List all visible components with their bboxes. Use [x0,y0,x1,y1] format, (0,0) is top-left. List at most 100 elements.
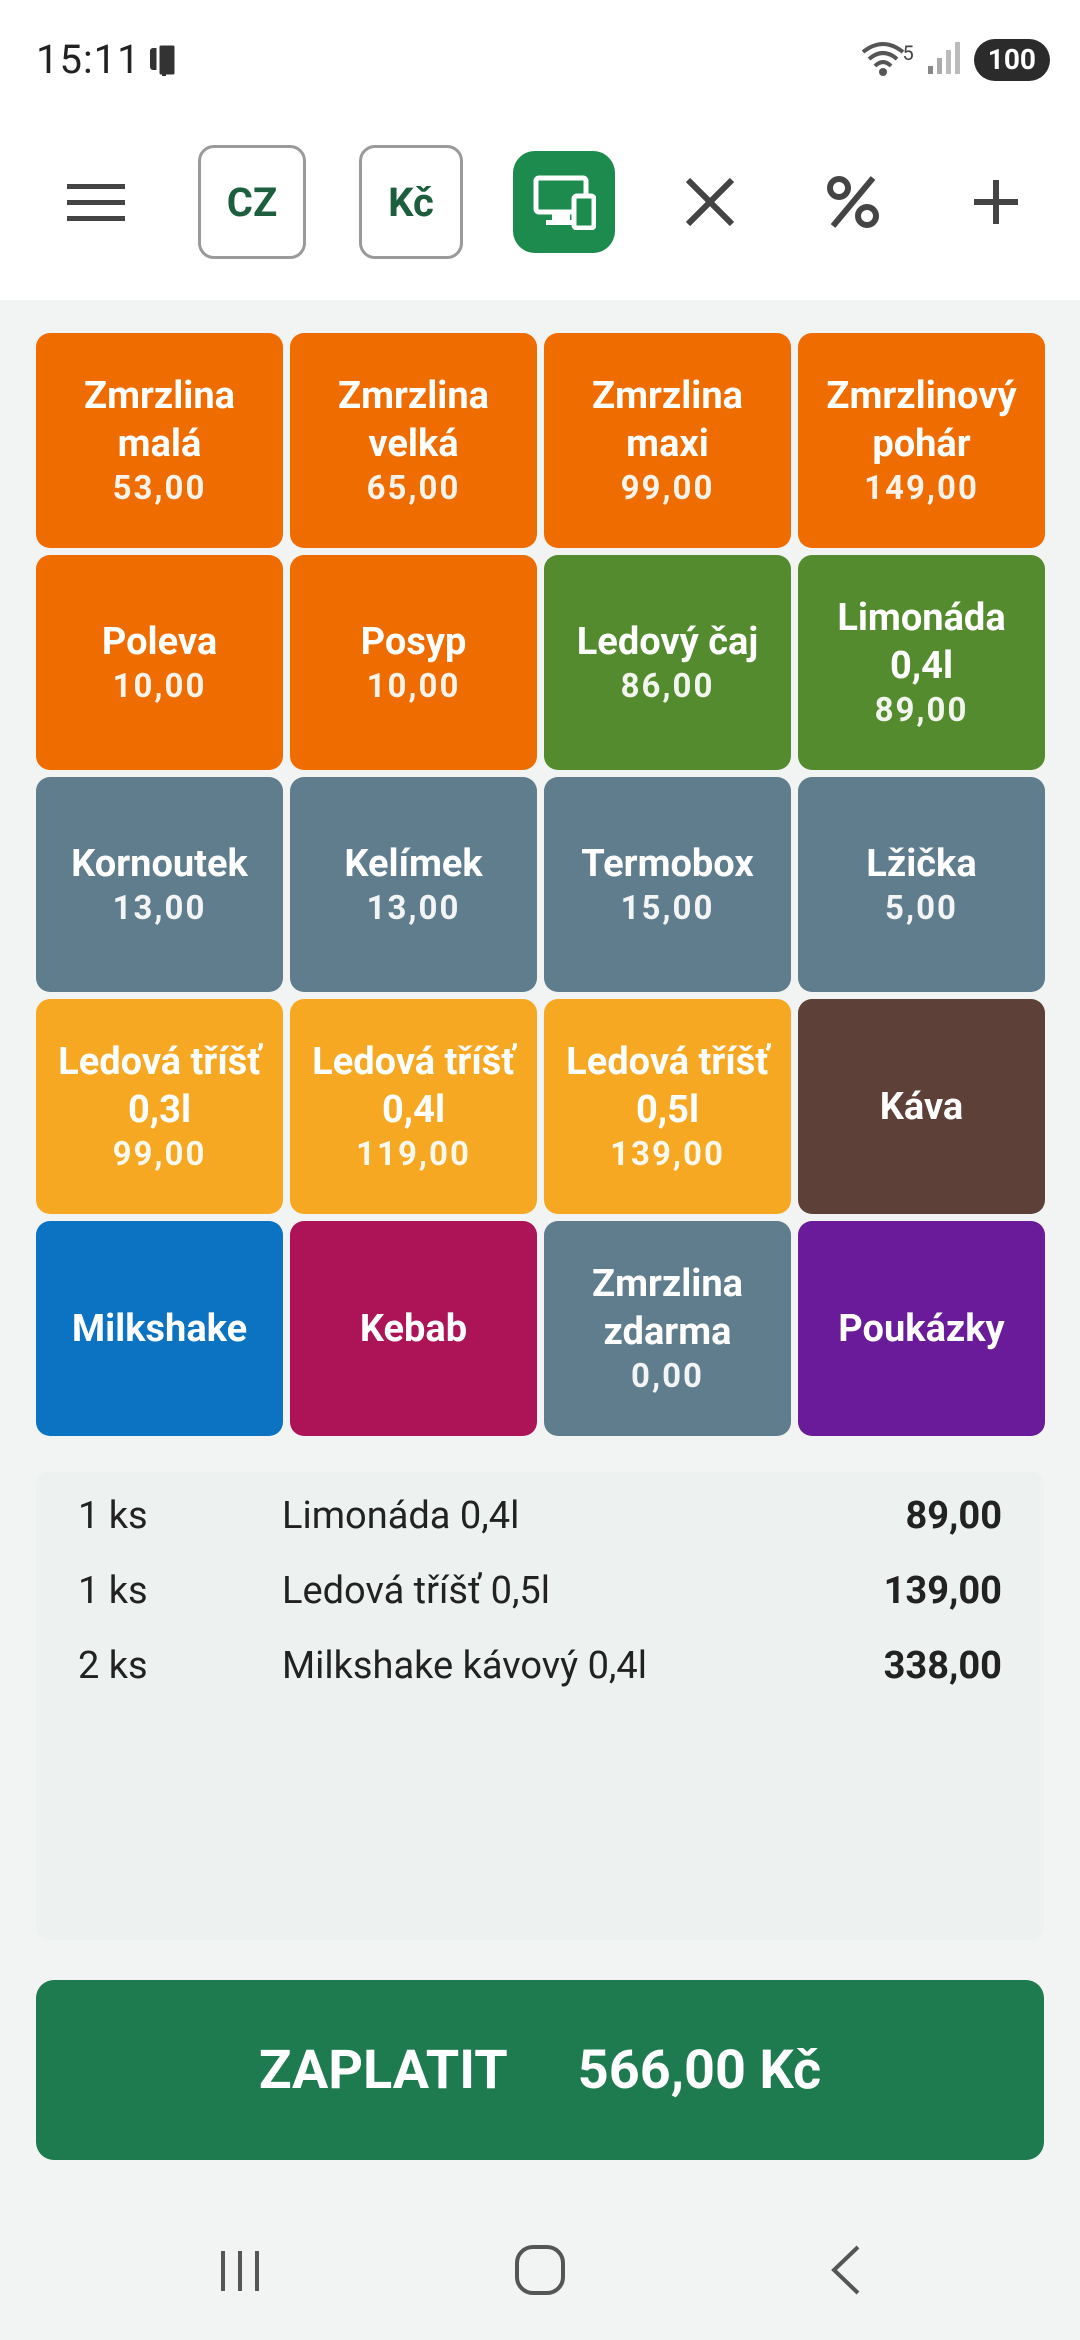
product-tile[interactable]: Kebab [290,1221,537,1436]
order-qty: 1 ks [78,1494,148,1538]
pay-total: 566,00 Kč [577,2038,822,2102]
product-name: Zmrzlina zdarma [592,1261,743,1354]
product-name: Poleva [101,619,218,664]
product-tile[interactable]: Káva [798,999,1045,1214]
product-price: 89,00 [874,690,969,730]
product-name: Zmrzlina malá [84,373,235,466]
desktop-device-icon [533,175,596,230]
order-item-price: 139,00 [883,1569,1002,1613]
product-tile[interactable]: Termobox 15,00 [544,777,791,992]
product-tile[interactable]: Limonáda 0,4l 89,00 [798,555,1045,770]
currency-button[interactable]: Kč [359,145,463,259]
product-tile[interactable]: Lžička 5,00 [798,777,1045,992]
product-name: Zmrzlinový pohár [826,373,1017,466]
product-name: Zmrzlina velká [338,373,489,466]
display-mode-button[interactable] [513,145,615,259]
product-name: Ledová tříšť 0,4l [312,1039,515,1132]
product-name: Kebab [359,1306,468,1351]
product-tile[interactable]: Poukázky [798,1221,1045,1436]
close-icon [685,177,735,227]
product-name: Lžička [866,841,977,886]
system-navigation-bar [0,2195,1080,2340]
order-qty: 1 ks [78,1569,148,1613]
order-row[interactable]: 1 ks Limonáda 0,4l 89,00 [36,1484,1044,1544]
product-tile[interactable]: Ledová tříšť 0,4l 119,00 [290,999,537,1214]
order-qty: 2 ks [78,1644,148,1688]
add-item-button[interactable] [960,145,1032,259]
product-name: Ledová tříšť 0,3l [58,1039,261,1132]
product-price: 5,00 [885,888,958,928]
plus-icon [974,180,1018,224]
main-content: Zmrzlina malá 53,00 Zmrzlina velká 65,00 Zmr… [0,300,1080,2195]
product-price: 13,00 [112,888,207,928]
menu-button[interactable] [60,145,132,259]
product-tile[interactable]: Ledová tříšť 0,3l 99,00 [36,999,283,1214]
product-price: 65,00 [366,468,461,508]
product-name: Milkshake [71,1306,248,1351]
product-tile[interactable]: Ledová tříšť 0,5l 139,00 [544,999,791,1214]
product-price: 10,00 [366,666,461,706]
product-price: 99,00 [620,468,715,508]
hamburger-menu-icon [67,184,125,221]
order-item-name: Milkshake kávový 0,4l [282,1644,648,1688]
product-price: 53,00 [112,468,207,508]
product-tile[interactable]: Milkshake [36,1221,283,1436]
clear-order-button[interactable] [674,145,746,259]
order-row[interactable]: 1 ks Ledová tříšť 0,5l 139,00 [36,1559,1044,1619]
toolbar: CZ Kč [0,120,1080,300]
signal-icon [924,38,964,82]
product-name: Zmrzlina maxi [592,373,743,466]
discount-button[interactable] [818,145,888,259]
product-tile[interactable]: Zmrzlina velká 65,00 [290,333,537,548]
product-name: Poukázky [838,1306,1005,1351]
product-tile[interactable]: Zmrzlina maxi 99,00 [544,333,791,548]
product-tile[interactable]: Ledový čaj 86,00 [544,555,791,770]
product-price: 86,00 [620,666,715,706]
product-name: Termobox [581,841,754,886]
product-name: Ledová tříšť 0,5l [566,1039,769,1132]
product-name: Kornoutek [71,841,248,886]
product-tile[interactable]: Zmrzlinový pohár 149,00 [798,333,1045,548]
order-row[interactable]: 2 ks Milkshake kávový 0,4l 338,00 [36,1634,1044,1694]
home-button[interactable] [505,2235,575,2305]
status-bar: 15:11 5 100 [0,0,1080,120]
product-grid: Zmrzlina malá 53,00 Zmrzlina velká 65,00 Zmr… [36,333,1045,1436]
product-price: 0,00 [631,1356,704,1396]
product-name: Limonáda 0,4l [837,595,1006,688]
product-price: 119,00 [356,1134,471,1174]
status-time: 15:11 [36,36,141,83]
battery-indicator: 100 [973,39,1050,81]
product-price: 139,00 [610,1134,725,1174]
product-tile[interactable]: Kornoutek 13,00 [36,777,283,992]
product-name: Posyp [360,619,467,664]
language-button[interactable]: CZ [198,145,306,259]
recent-apps-button[interactable] [205,2235,275,2305]
back-icon [831,2245,860,2295]
pay-label: ZAPLATIT [258,2038,508,2102]
product-price: 13,00 [366,888,461,928]
product-tile[interactable]: Posyp 10,00 [290,555,537,770]
product-price: 10,00 [112,666,207,706]
order-list: 1 ks Limonáda 0,4l 89,00 1 ks Ledová tří… [36,1472,1044,1940]
product-price: 15,00 [620,888,715,928]
product-name: Kelímek [344,841,483,886]
back-button[interactable] [810,2235,880,2305]
order-item-name: Ledová tříšť 0,5l [282,1569,551,1613]
percent-icon [827,176,879,228]
currency-label: Kč [359,145,463,259]
order-item-price: 338,00 [883,1644,1002,1688]
sim-card-icon [146,40,186,80]
product-name: Ledový čaj [576,619,759,664]
product-price: 149,00 [864,468,979,508]
product-price: 99,00 [112,1134,207,1174]
product-tile[interactable]: Poleva 10,00 [36,555,283,770]
network-badge: 5 [902,41,914,65]
order-item-name: Limonáda 0,4l [282,1494,520,1538]
pay-button[interactable]: ZAPLATIT 566,00 Kč [36,1980,1044,2160]
product-tile[interactable]: Kelímek 13,00 [290,777,537,992]
order-item-price: 89,00 [905,1494,1002,1538]
product-tile[interactable]: Zmrzlina zdarma 0,00 [544,1221,791,1436]
status-indicators: 5 100 [859,36,1050,84]
home-icon [515,2245,565,2295]
product-tile[interactable]: Zmrzlina malá 53,00 [36,333,283,548]
